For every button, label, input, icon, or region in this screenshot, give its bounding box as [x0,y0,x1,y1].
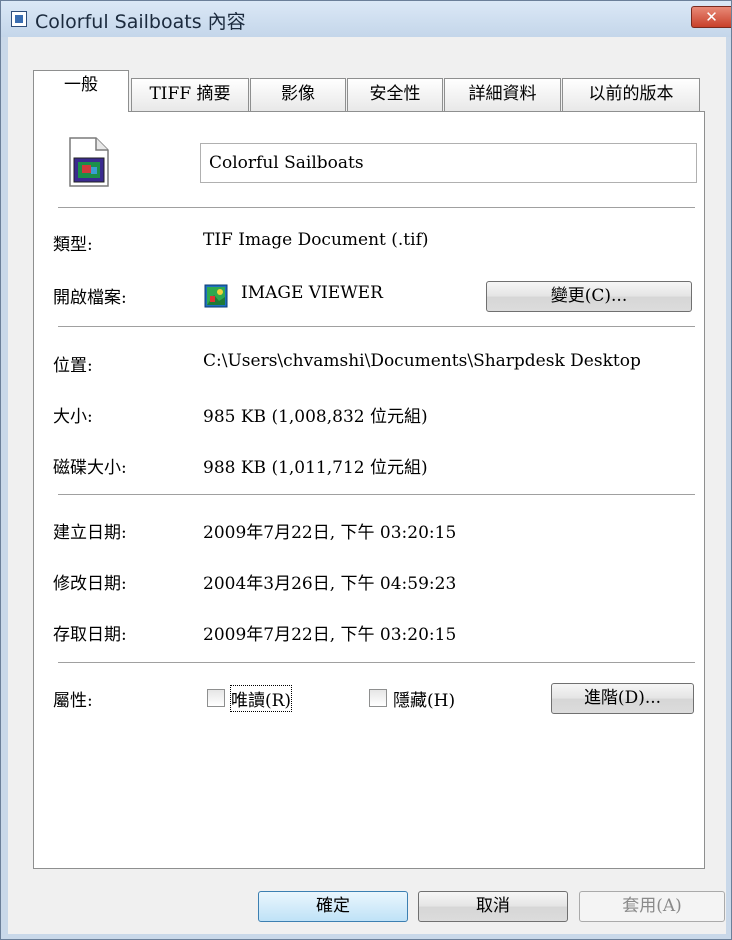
filename-input[interactable]: Colorful Sailboats [200,143,697,183]
created-label: 建立日期: [53,523,127,543]
image-viewer-icon [204,284,228,308]
title-bar[interactable]: Colorful Sailboats 內容 ✕ [1,1,731,37]
tif-file-icon [69,137,109,187]
readonly-checkbox[interactable] [207,689,225,707]
attributes-label: 屬性: [53,691,93,711]
window-title: Colorful Sailboats 內容 [35,11,246,33]
size-on-disk-label: 磁碟大小: [53,458,127,478]
close-button[interactable]: ✕ [691,6,731,28]
opens-with-value: IMAGE VIEWER [241,283,383,303]
accessed-value: 2009年7月22日, 下午 03:20:15 [203,625,457,645]
size-value: 985 KB (1,008,832 位元組) [203,407,428,427]
tab-tiff-summary[interactable]: TIFF 摘要 [131,78,249,111]
properties-dialog: Colorful Sailboats 內容 ✕ 一般 TIFF 摘要 影像 安全… [0,0,732,940]
general-panel [33,111,705,869]
window-icon [11,11,27,27]
size-on-disk-value: 988 KB (1,011,712 位元組) [203,458,428,478]
separator [58,494,695,495]
separator [58,207,695,208]
tab-previous-versions[interactable]: 以前的版本 [562,78,700,111]
advanced-button[interactable]: 進階(D)... [551,683,694,714]
modified-label: 修改日期: [53,574,127,594]
cancel-button[interactable]: 取消 [418,891,568,922]
modified-value: 2004年3月26日, 下午 04:59:23 [203,574,457,594]
location-value: C:\Users\chvamshi\Documents\Sharpdesk De… [203,351,641,371]
separator [58,326,695,327]
separator [58,662,695,663]
type-value: TIF Image Document (.tif) [203,230,429,250]
ok-button[interactable]: 確定 [258,891,408,922]
type-label: 類型: [53,235,93,255]
size-label: 大小: [53,407,93,427]
tab-image[interactable]: 影像 [250,78,346,111]
tab-details[interactable]: 詳細資料 [444,78,561,111]
hidden-label[interactable]: 隱藏(H) [393,686,455,711]
hidden-checkbox[interactable] [369,689,387,707]
created-value: 2009年7月22日, 下午 03:20:15 [203,523,457,543]
apply-button[interactable]: 套用(A) [579,891,725,922]
accessed-label: 存取日期: [53,625,127,645]
tab-general[interactable]: 一般 [33,70,129,112]
change-button[interactable]: 變更(C)... [486,281,692,312]
readonly-label[interactable]: 唯讀(R) [229,685,293,712]
tab-security[interactable]: 安全性 [347,78,443,111]
opens-with-label: 開啟檔案: [53,288,127,308]
location-label: 位置: [53,356,93,376]
